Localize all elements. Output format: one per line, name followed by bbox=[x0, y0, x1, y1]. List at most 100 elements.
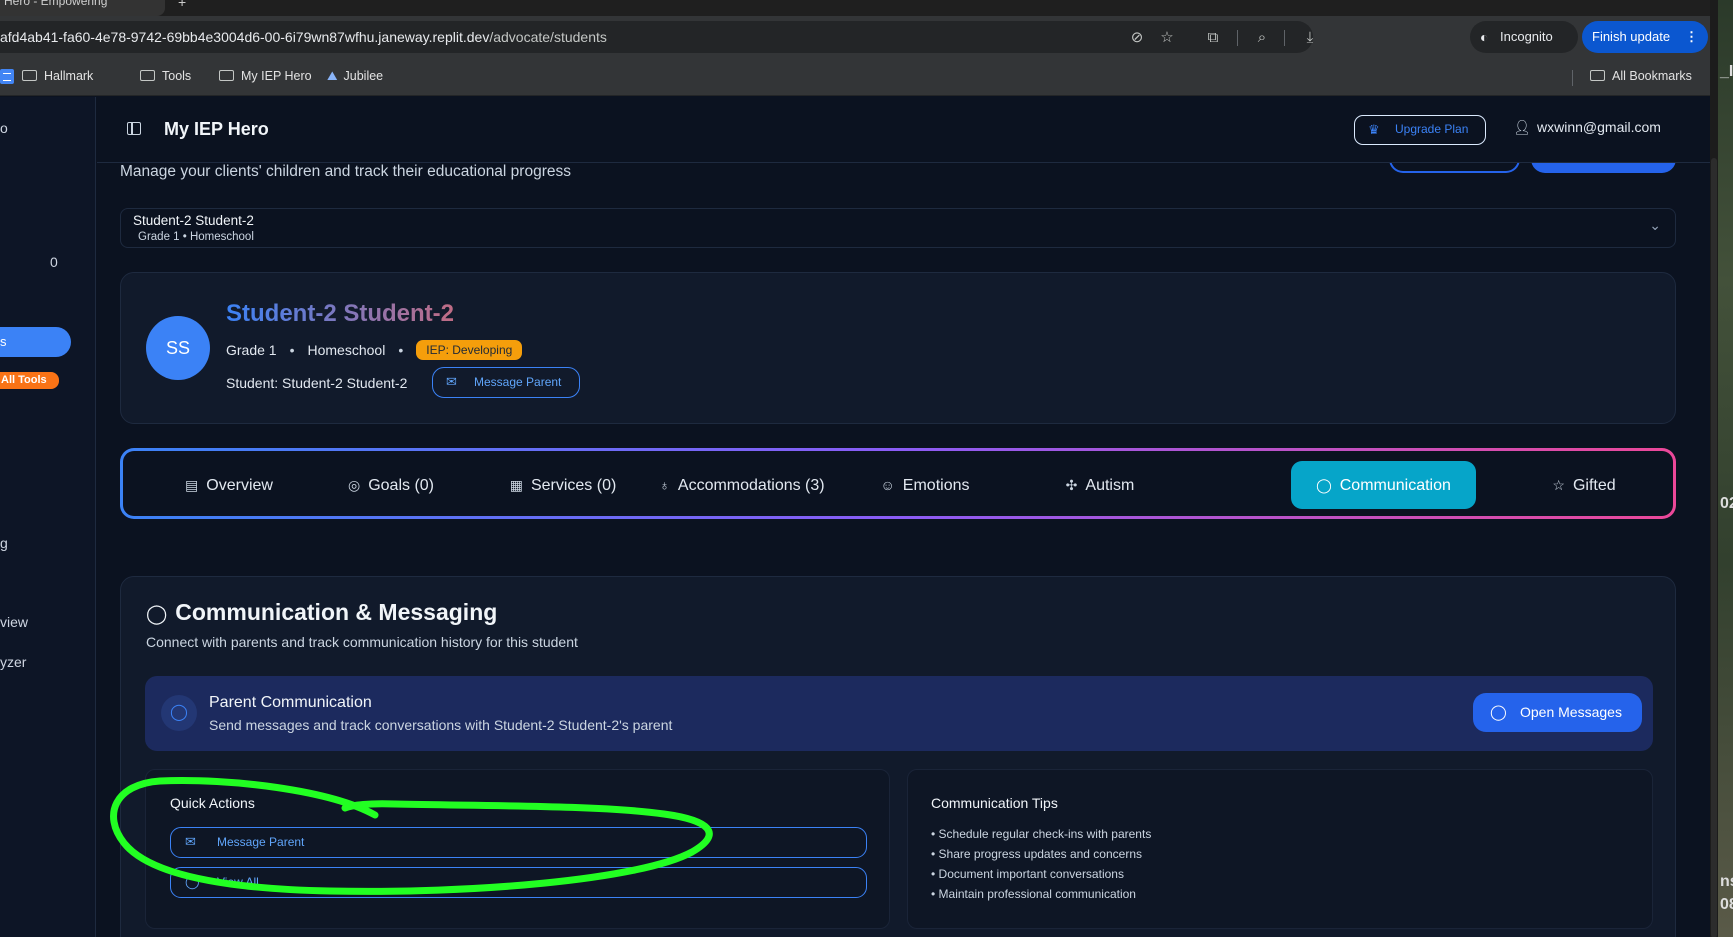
folder-icon bbox=[219, 70, 234, 81]
sidebar-toggle-icon[interactable] bbox=[127, 122, 141, 135]
crown-icon: ♛ bbox=[1368, 122, 1380, 137]
student-profile-card: SS Student-2 Student-2 Grade 1 • Homeschoo… bbox=[120, 272, 1676, 424]
selected-student-name: Student-2 Student-2 bbox=[133, 213, 254, 228]
more-menu-icon[interactable]: ⋮ bbox=[1685, 21, 1698, 53]
scrollbar-thumb[interactable] bbox=[1711, 158, 1717, 937]
toolbar-separator bbox=[1237, 30, 1238, 46]
lightbulb-icon: ♁ bbox=[659, 477, 670, 493]
parent-communication-panel: ◯ Parent Communication Send messages and… bbox=[145, 676, 1653, 751]
url-text: afd4ab41-fa60-4e78-9742-69bb4e3004d6-00-… bbox=[0, 29, 607, 45]
tab-accommodations[interactable]: ♁ Accommodations (3) bbox=[647, 461, 837, 509]
app-title: My IEP Hero bbox=[164, 119, 269, 139]
mail-icon: ✉ bbox=[185, 834, 196, 849]
address-bar[interactable]: afd4ab41-fa60-4e78-9742-69bb4e3004d6-00-… bbox=[0, 21, 1313, 53]
folder-icon bbox=[22, 70, 37, 81]
bookmark-hallmark[interactable]: Hallmark bbox=[22, 69, 93, 83]
download-icon[interactable]: ⤓ bbox=[1301, 29, 1319, 47]
incognito-indicator[interactable]: ◐ Incognito bbox=[1470, 21, 1578, 53]
finish-update-button[interactable]: Finish update ⋮ bbox=[1582, 21, 1708, 53]
tips-title: Communication Tips bbox=[931, 795, 1058, 811]
browser-tab-title: Hero - Empowering bbox=[4, 0, 108, 8]
avatar: SS bbox=[146, 316, 210, 380]
tab-overview[interactable]: ▤ Overview bbox=[159, 461, 299, 509]
all-tools-badge[interactable]: All Tools bbox=[0, 372, 59, 389]
message-parent-button[interactable]: ✉ Message Parent bbox=[432, 367, 580, 398]
quick-actions-card: Quick Actions ✉ Message Parent ◯ View All bbox=[145, 769, 890, 929]
page-scrollbar[interactable] bbox=[1710, 0, 1718, 937]
sidebar-item[interactable]: yzer bbox=[0, 654, 26, 670]
folder-icon bbox=[140, 70, 155, 81]
chat-icon: ◯ bbox=[185, 874, 200, 889]
document-icon: ▤ bbox=[185, 477, 199, 493]
view-all-button[interactable]: ◯ View All bbox=[170, 867, 867, 898]
target-icon: ◎ bbox=[347, 477, 361, 493]
list-item: • Share progress updates and concerns bbox=[931, 847, 1142, 861]
desktop-text-fragment: _IE bbox=[1720, 63, 1733, 80]
communication-tips-card: Communication Tips • Schedule regular ch… bbox=[907, 769, 1653, 929]
tab-emotions[interactable]: ☺ Emotions bbox=[870, 461, 980, 509]
tab-communication[interactable]: ◯ Communication bbox=[1291, 461, 1476, 509]
bookmarks-separator bbox=[1572, 70, 1573, 86]
chat-icon: ◯ bbox=[1490, 704, 1507, 721]
desktop-background: _IE 02 nsh 08. bbox=[1710, 0, 1733, 937]
tab-search-icon[interactable]: ⌕ bbox=[1253, 29, 1271, 47]
student-select[interactable]: Student-2 Student-2 Grade 1 • Homeschool… bbox=[120, 208, 1676, 248]
chat-icon: ◯ bbox=[146, 604, 168, 625]
bookmark-jubilee[interactable]: ⛰ Jubilee bbox=[327, 69, 383, 84]
tab-gifted[interactable]: ☆ Gifted bbox=[1534, 461, 1634, 509]
app-sidebar: o 0 s All Tools g view yzer bbox=[0, 97, 96, 937]
list-item: • Document important conversations bbox=[931, 867, 1124, 881]
parent-communication-title: Parent Communication bbox=[209, 694, 372, 711]
chevron-down-icon: ⌄ bbox=[1649, 217, 1661, 233]
browser-tab[interactable]: Hero - Empowering bbox=[0, 0, 165, 16]
status-badge: IEP: Developing bbox=[416, 340, 523, 360]
puzzle-icon: ✣ bbox=[1065, 477, 1078, 493]
browser-toolbar: afd4ab41-fa60-4e78-9742-69bb4e3004d6-00-… bbox=[0, 16, 1710, 58]
list-item: • Maintain professional communication bbox=[931, 887, 1136, 901]
bookmark-my-iep-hero[interactable]: My IEP Hero bbox=[219, 69, 312, 83]
mail-icon: ✉ bbox=[446, 374, 457, 389]
student-tabs: ▤ Overview ◎ Goals (0) ▦ Services (0) ♁ Acco… bbox=[120, 448, 1676, 519]
extensions-icon[interactable]: ⧉ bbox=[1204, 29, 1222, 47]
parent-communication-subtitle: Send messages and track conversations wi… bbox=[209, 717, 673, 733]
bookmark-star-icon[interactable]: ☆ bbox=[1158, 29, 1176, 47]
tab-services[interactable]: ▦ Services (0) bbox=[488, 461, 638, 509]
user-menu[interactable]: 👤︎ wxwinn@gmail.com bbox=[1513, 119, 1661, 136]
communication-section: ◯ Communication & Messaging Connect with … bbox=[120, 576, 1676, 937]
sidebar-item-active[interactable]: s bbox=[0, 327, 71, 357]
sidebar-item[interactable]: g bbox=[0, 535, 8, 551]
open-messages-button[interactable]: ◯ Open Messages bbox=[1473, 693, 1642, 732]
folder-icon bbox=[1590, 70, 1605, 81]
student-name: Student-2 Student-2 bbox=[226, 300, 454, 327]
sidebar-item[interactable]: view bbox=[0, 614, 28, 630]
student-school: Homeschool bbox=[307, 342, 386, 358]
student-meta: Grade 1 • Homeschool • IEP: Developing bbox=[226, 340, 523, 360]
incognito-icon: ◐ bbox=[1480, 29, 1489, 45]
tab-goals[interactable]: ◎ Goals (0) bbox=[326, 461, 456, 509]
new-tab-button[interactable]: + bbox=[178, 0, 186, 10]
upgrade-plan-button[interactable]: ♛ Upgrade Plan bbox=[1354, 115, 1486, 145]
app-header: My IEP Hero ♛ Upgrade Plan 👤︎ wxwinn@gmail… bbox=[97, 97, 1710, 163]
quick-message-parent-button[interactable]: ✉ Message Parent bbox=[170, 827, 867, 858]
desktop-text-fragment: 02 bbox=[1720, 495, 1733, 512]
page-subtitle: Manage your clients' children and track … bbox=[120, 163, 571, 180]
eye-off-icon[interactable]: ⊘ bbox=[1128, 29, 1146, 47]
all-bookmarks[interactable]: All Bookmarks bbox=[1590, 69, 1692, 83]
star-icon: ☆ bbox=[1552, 477, 1565, 493]
desktop-text-fragment: nsh bbox=[1720, 873, 1733, 890]
student-grade: Grade 1 bbox=[226, 342, 277, 358]
selected-student-sub: Grade 1 • Homeschool bbox=[138, 231, 254, 243]
list-item: • Schedule regular check-ins with parent… bbox=[931, 827, 1152, 841]
tab-autism[interactable]: ✣ Autism bbox=[1050, 461, 1150, 509]
section-description: Connect with parents and track communica… bbox=[146, 634, 578, 650]
desktop-text-fragment: 08. bbox=[1720, 896, 1733, 913]
toolbar-separator bbox=[1284, 30, 1285, 46]
docs-icon bbox=[0, 69, 14, 84]
chat-icon: ◯ bbox=[161, 695, 197, 731]
chat-icon: ◯ bbox=[1316, 477, 1332, 493]
bookmarks-bar: Hallmark Tools My IEP Hero ⛰ Jubilee All … bbox=[0, 58, 1710, 96]
bookmark-tools[interactable]: Tools bbox=[140, 69, 191, 83]
browser-tab-strip: Hero - Empowering + bbox=[0, 0, 1710, 16]
user-icon: 👤︎ bbox=[1513, 119, 1531, 135]
bookmark-app[interactable] bbox=[0, 69, 22, 84]
